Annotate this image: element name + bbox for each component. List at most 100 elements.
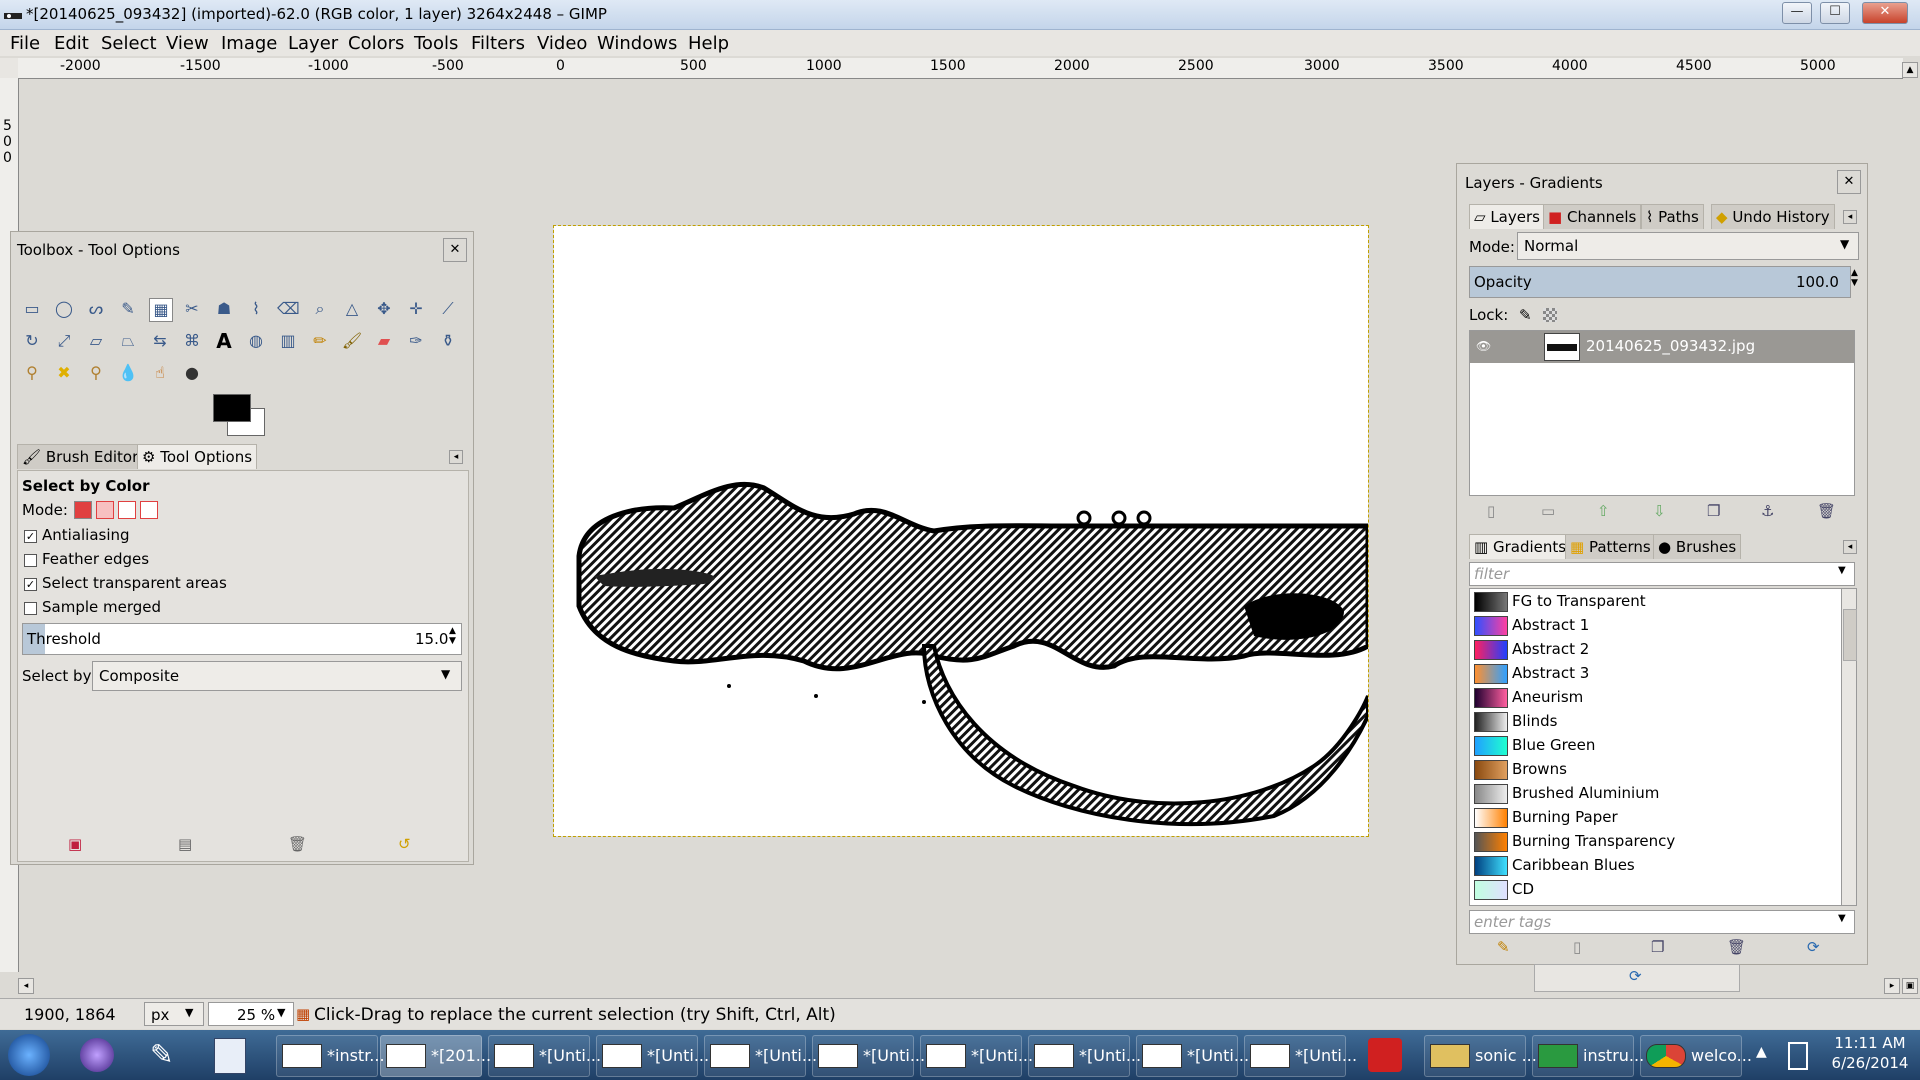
gradient-list-item[interactable]: Browns: [1470, 757, 1840, 781]
mode-add-icon[interactable]: [96, 501, 114, 519]
unit-dropdown[interactable]: px ▼: [144, 1002, 204, 1026]
taskbar-item[interactable]: *[Unti...: [704, 1035, 817, 1077]
layers-dock-close-icon[interactable]: ✕: [1837, 170, 1861, 194]
refresh-gradients-icon[interactable]: ⟳: [1807, 938, 1820, 956]
blend-icon[interactable]: ▥: [277, 330, 299, 352]
opacity-spin-icon[interactable]: ▲ ▼: [1851, 268, 1858, 288]
threshold-slider[interactable]: Threshold 15.0 ▲ ▼: [22, 623, 462, 655]
pinned-paint-icon[interactable]: ✎: [150, 1038, 173, 1071]
tab-patterns[interactable]: ▦ Patterns: [1565, 534, 1656, 559]
tab-menu-icon[interactable]: ◂: [449, 450, 463, 464]
rotate-icon[interactable]: ↻: [21, 330, 43, 352]
delete-layer-icon[interactable]: 🗑: [1817, 502, 1836, 520]
anchor-layer-icon[interactable]: ⚓: [1761, 502, 1774, 520]
tab-brushes[interactable]: ● Brushes: [1653, 534, 1742, 559]
mode-replace-icon[interactable]: [74, 501, 92, 519]
clone-icon[interactable]: ⚲: [21, 362, 43, 384]
heal-icon[interactable]: ✖: [53, 362, 75, 384]
minimize-button[interactable]: —: [1782, 2, 1812, 24]
gradient-list-item[interactable]: Caribbean Blues: [1470, 853, 1840, 877]
restore-options-icon[interactable]: ▤: [178, 835, 192, 853]
tab-gradients[interactable]: ▥ Gradients: [1469, 534, 1572, 559]
zoom-fit-icon[interactable]: ▣: [1902, 978, 1918, 994]
duplicate-layer-icon[interactable]: ❐: [1707, 502, 1720, 520]
ink-icon[interactable]: ⚱: [437, 330, 459, 352]
gradient-list-item[interactable]: Abstract 2: [1470, 637, 1840, 661]
reset-options-icon[interactable]: ↺: [398, 835, 411, 853]
taskbar-item[interactable]: welco...: [1640, 1035, 1752, 1077]
gradient-list-item[interactable]: Burning Paper: [1470, 805, 1840, 829]
sample-merged-checkbox[interactable]: [24, 602, 37, 615]
save-options-icon[interactable]: ▣: [68, 835, 82, 853]
menu-select[interactable]: Select: [101, 33, 157, 54]
fuzzy-select-icon[interactable]: ✎: [117, 298, 139, 320]
gradient-scrollbar[interactable]: [1841, 588, 1857, 906]
crop-icon[interactable]: ⟋: [437, 298, 459, 320]
gradient-list-item[interactable]: FG to Transparent: [1470, 589, 1840, 613]
menu-edit[interactable]: Edit: [54, 33, 89, 54]
toolbox-close-icon[interactable]: ✕: [443, 238, 467, 262]
lower-layer-icon[interactable]: ⇩: [1653, 502, 1666, 520]
pinned-sketch-icon[interactable]: [1368, 1038, 1402, 1072]
layer-row[interactable]: 👁 20140625_093432.jpg: [1470, 331, 1854, 363]
gradient-filter-input[interactable]: filter ▼: [1469, 562, 1855, 586]
tray-expand-icon[interactable]: ▲: [1756, 1044, 1767, 1060]
taskbar-item[interactable]: instru...: [1532, 1035, 1644, 1077]
delete-options-icon[interactable]: 🗑: [288, 835, 307, 853]
clock-time[interactable]: 11:11 AM: [1830, 1034, 1910, 1052]
free-select-icon[interactable]: ᔕ: [85, 298, 107, 320]
zoom-icon[interactable]: ⌕: [309, 298, 331, 320]
start-button-icon[interactable]: [8, 1034, 50, 1076]
gradient-list-item[interactable]: Blinds: [1470, 709, 1840, 733]
lock-alpha-icon[interactable]: [1543, 308, 1557, 322]
bucket-fill-icon[interactable]: ◍: [245, 330, 267, 352]
battery-icon[interactable]: [1788, 1042, 1808, 1070]
mode-subtract-icon[interactable]: [118, 501, 136, 519]
tab-brush-editor[interactable]: 🖌 Brush Editor: [17, 444, 144, 469]
dodge-burn-icon[interactable]: ●: [181, 362, 203, 384]
gradient-list-item[interactable]: Blue Green: [1470, 733, 1840, 757]
layer-mode-dropdown[interactable]: Normal ▼: [1517, 232, 1859, 260]
taskbar-item[interactable]: *[Unti...: [488, 1035, 601, 1077]
gradient-list-item[interactable]: Burning Transparency: [1470, 829, 1840, 853]
smudge-icon[interactable]: ☝: [149, 362, 171, 384]
menu-video[interactable]: Video: [537, 33, 587, 54]
rect-select-icon[interactable]: ▭: [21, 298, 43, 320]
paintbrush-icon[interactable]: 🖌: [341, 330, 363, 352]
zoom-dropdown[interactable]: 25 % ▼: [208, 1002, 294, 1026]
scroll-right-icon[interactable]: ▸: [1884, 978, 1900, 994]
color-picker-icon[interactable]: ⌫: [277, 298, 300, 320]
clock-date[interactable]: 6/26/2014: [1830, 1054, 1910, 1072]
menu-help[interactable]: Help: [688, 33, 729, 54]
menu-file[interactable]: File: [10, 33, 40, 54]
pinned-app-icon[interactable]: [80, 1038, 114, 1072]
mode-intersect-icon[interactable]: [140, 501, 158, 519]
close-button[interactable]: ✕: [1862, 2, 1908, 24]
airbrush-icon[interactable]: ✑: [405, 330, 427, 352]
flip-icon[interactable]: ⇆: [149, 330, 171, 352]
tab-channels[interactable]: ■ Channels: [1543, 204, 1642, 229]
taskbar-item[interactable]: *[Unti...: [920, 1035, 1033, 1077]
select-transparent-checkbox[interactable]: ✓: [24, 578, 37, 591]
foreground-select-icon[interactable]: ☗: [213, 298, 235, 320]
refresh-icon[interactable]: ⟳: [1629, 967, 1642, 985]
taskbar-item[interactable]: *[Unti...: [1028, 1035, 1141, 1077]
perspective-clone-icon[interactable]: ⚲: [85, 362, 107, 384]
tags-input[interactable]: enter tags ▼: [1469, 910, 1855, 934]
maximize-button[interactable]: ☐: [1820, 2, 1850, 24]
eraser-icon[interactable]: ▰: [373, 330, 395, 352]
duplicate-gradient-icon[interactable]: ❐: [1651, 938, 1664, 956]
ruler-corner[interactable]: [0, 58, 18, 78]
taskbar-item[interactable]: *[Unti...: [1136, 1035, 1249, 1077]
paths-icon[interactable]: ⌇: [245, 298, 267, 320]
gradient-scrollbar-thumb[interactable]: [1843, 609, 1857, 661]
menu-tools[interactable]: Tools: [414, 33, 458, 54]
pinned-document-icon[interactable]: [214, 1038, 246, 1074]
shear-icon[interactable]: ▱: [85, 330, 107, 352]
delete-gradient-icon[interactable]: 🗑: [1727, 938, 1746, 956]
image-canvas[interactable]: [553, 225, 1371, 837]
scissors-icon[interactable]: ✂: [181, 298, 203, 320]
select-by-color-icon[interactable]: ▦: [149, 298, 173, 322]
new-gradient-icon[interactable]: ▯: [1573, 938, 1581, 956]
taskbar-item[interactable]: *[Unti...: [596, 1035, 709, 1077]
